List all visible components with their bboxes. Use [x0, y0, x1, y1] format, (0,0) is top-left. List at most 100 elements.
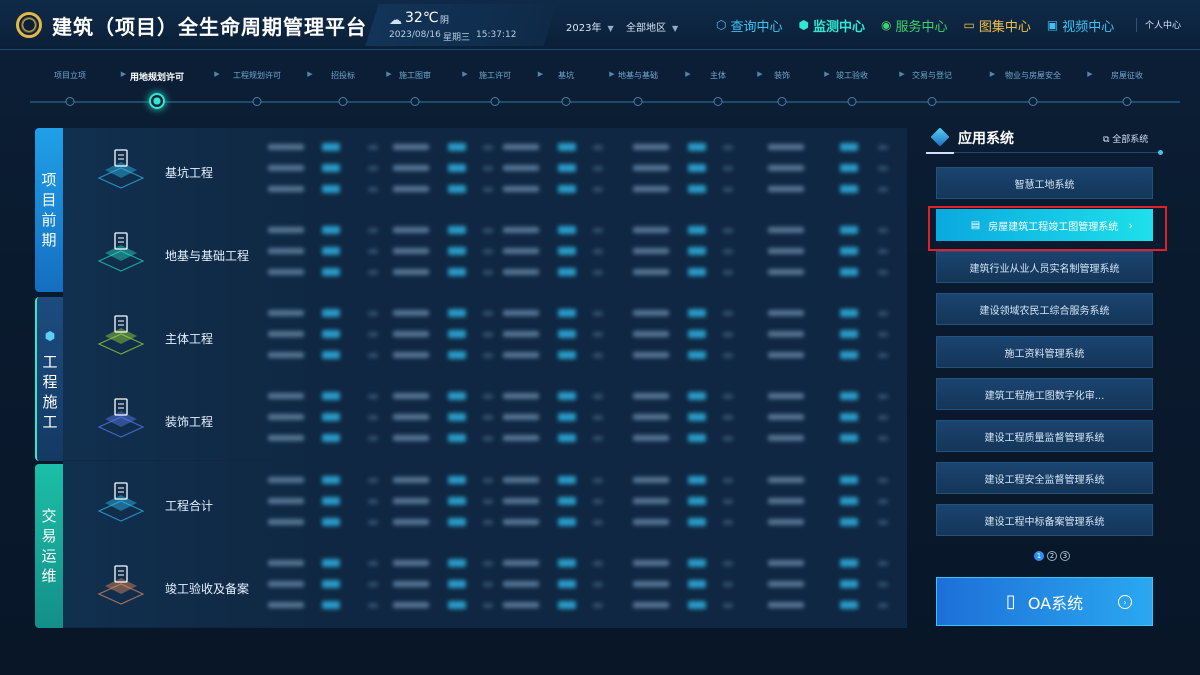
timeline-node[interactable]	[847, 97, 857, 106]
nav-video-center[interactable]: ▣ 视频中心	[1047, 15, 1114, 35]
stat-value	[558, 185, 576, 193]
timeline-node[interactable]	[777, 97, 787, 106]
region-select[interactable]: 全部地区 ▼	[626, 19, 678, 34]
app-system-label: 智慧工地系统	[1014, 179, 1075, 191]
year-select[interactable]: 2023年 ▼	[566, 19, 614, 34]
timeline-step[interactable]: 竣工验收	[836, 70, 868, 81]
page-dot[interactable]: 2	[1047, 551, 1057, 561]
app-system-label: 建设领域农民工综合服务系统	[979, 305, 1110, 317]
tab-project-early[interactable]: 项目前期	[35, 128, 63, 292]
timeline-step[interactable]: 用地规划许可	[130, 70, 184, 83]
timeline-node[interactable]	[65, 97, 75, 106]
app-system-button[interactable]: 施工资料管理系统	[936, 336, 1153, 368]
timeline-step[interactable]: 基坑	[558, 70, 574, 81]
app-system-button[interactable]: 建设工程中标备案管理系统	[936, 504, 1153, 536]
stat-unit	[368, 228, 378, 233]
timeline-node[interactable]	[149, 93, 165, 109]
stat-label	[633, 435, 669, 441]
timeline-node[interactable]	[252, 97, 262, 106]
stat-label	[393, 435, 429, 441]
app-system-button[interactable]: 建设工程质量监督管理系统	[936, 420, 1153, 452]
stage-row[interactable]: 装饰工程	[63, 377, 907, 460]
nav-monitor-center[interactable]: ⬢ 监测中心	[799, 15, 866, 35]
timeline-node[interactable]	[490, 97, 500, 106]
timeline-node[interactable]	[633, 97, 643, 106]
timeline-node[interactable]	[713, 97, 723, 106]
app-system-button[interactable]: 智慧工地系统	[936, 167, 1153, 199]
stage-name: 装饰工程	[165, 415, 214, 429]
platform-title: 建筑（项目）全生命周期管理平台	[52, 15, 367, 39]
stat-value	[448, 164, 466, 172]
stat-unit	[483, 270, 493, 275]
app-system-button[interactable]: 建设工程安全监督管理系统	[936, 462, 1153, 494]
timeline-step[interactable]: 施工图审	[399, 70, 431, 81]
app-system-button[interactable]: 建设领域农民工综合服务系统	[936, 293, 1153, 325]
timeline-step[interactable]: 交易与登记	[912, 70, 952, 81]
stat-unit	[483, 478, 493, 483]
stat-unit	[593, 394, 603, 399]
page-dot[interactable]: 3	[1060, 551, 1070, 561]
nav-service-center[interactable]: ◉ 服务中心	[881, 15, 948, 35]
tab-operation[interactable]: 交易运维	[35, 464, 63, 628]
stat-unit	[483, 415, 493, 420]
year-select-value: 2023年	[566, 23, 602, 34]
stat-value	[840, 559, 858, 567]
timeline-step[interactable]: 招投标	[331, 70, 355, 81]
stat-unit	[878, 415, 888, 420]
region-select-value: 全部地区	[626, 23, 666, 34]
stage-row[interactable]: 竣工验收及备案	[63, 544, 907, 627]
timeline-step[interactable]: 主体	[710, 70, 726, 81]
nav-query-center[interactable]: ⬡ 查询中心	[716, 15, 783, 35]
stage-row[interactable]: 主体工程	[63, 294, 907, 377]
user-center-link[interactable]: 个人中心	[1136, 18, 1181, 32]
app-system-button[interactable]: 建筑行业从业人员实名制管理系统	[936, 251, 1153, 283]
stat-unit	[483, 603, 493, 608]
timeline-step[interactable]: 地基与基础	[618, 70, 658, 81]
chat-icon: ◉	[881, 18, 892, 32]
nav-atlas-center[interactable]: ▭ 图集中心	[964, 15, 1031, 35]
timeline-node[interactable]	[927, 97, 937, 106]
stat-value	[688, 247, 706, 255]
stat-label	[503, 310, 539, 316]
blurred-stats	[268, 308, 888, 366]
stat-value	[558, 601, 576, 609]
stat-label	[633, 477, 669, 483]
stat-label	[503, 560, 539, 566]
timeline-step[interactable]: 装饰	[774, 70, 790, 81]
app-system-button[interactable]: 建筑工程施工图数字化审...	[936, 378, 1153, 410]
stat-label	[268, 414, 304, 420]
page-dot[interactable]: 1	[1034, 551, 1044, 561]
stat-unit	[483, 332, 493, 337]
top-header: 建筑（项目）全生命周期管理平台 ☁ 32℃ 阴 2023/08/16 星期三 1…	[0, 0, 1200, 50]
timeline-node[interactable]	[1122, 97, 1132, 106]
stat-unit	[368, 478, 378, 483]
stat-label	[393, 498, 429, 504]
stat-label	[633, 310, 669, 316]
stat-unit	[368, 394, 378, 399]
timeline-node[interactable]	[338, 97, 348, 106]
stat-unit	[593, 561, 603, 566]
stage-row[interactable]: 工程合计	[63, 461, 907, 544]
stat-value	[688, 330, 706, 338]
tab-construction[interactable]: ⬢ 工程施工	[35, 297, 63, 461]
timeline-step[interactable]: 工程规划许可	[233, 70, 281, 81]
timeline-node[interactable]	[410, 97, 420, 106]
timeline-step[interactable]: 房屋征收	[1111, 70, 1143, 81]
timeline-step[interactable]: 项目立项	[54, 70, 86, 81]
stat-unit	[368, 145, 378, 150]
all-systems-link[interactable]: ⧉ 全部系统	[1103, 132, 1148, 145]
stage-row[interactable]: 地基与基础工程	[63, 211, 907, 294]
oa-system-button[interactable]: ▯ OA系统 ›	[936, 577, 1153, 626]
timeline-step[interactable]: 施工许可	[479, 70, 511, 81]
stat-value	[558, 518, 576, 526]
stage-row[interactable]: 基坑工程	[63, 128, 907, 211]
stat-unit	[368, 582, 378, 587]
timeline-step[interactable]: 物业与房屋安全	[1005, 70, 1061, 81]
timeline-node[interactable]	[1028, 97, 1038, 106]
timeline-node[interactable]	[561, 97, 571, 106]
stat-label	[633, 186, 669, 192]
stat-label	[268, 186, 304, 192]
stat-label	[503, 269, 539, 275]
cloud-icon: ☁	[389, 13, 402, 28]
arrow-right-icon: ▶	[685, 70, 691, 78]
